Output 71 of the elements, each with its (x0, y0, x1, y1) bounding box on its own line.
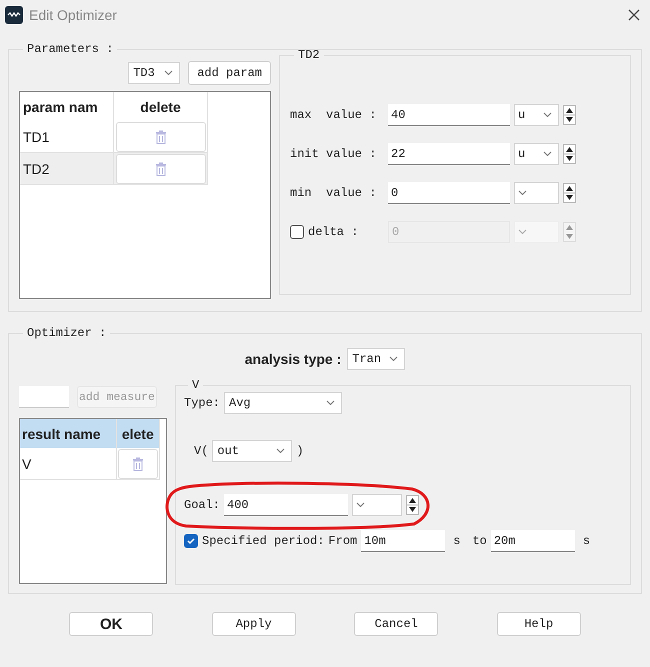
to-label: to (472, 534, 487, 548)
param-name: TD2 (23, 160, 50, 176)
value-field[interactable]: 22 (388, 143, 510, 165)
analysis-type-dropdown[interactable]: Tran (347, 348, 406, 370)
type-dropdown[interactable]: Avg (224, 392, 342, 414)
chevron-icon (326, 400, 336, 406)
spin-buttons[interactable] (563, 105, 576, 125)
chevron-icon (518, 229, 527, 235)
expression-suffix: ) (296, 444, 304, 458)
value-field[interactable]: 40 (388, 104, 510, 126)
group-title: Optimizer : (26, 326, 108, 340)
table-row[interactable]: V (20, 448, 160, 480)
analysis-type-label: analysis type : (244, 351, 342, 367)
chevron-icon (518, 190, 527, 196)
dialog-button[interactable]: OK (69, 612, 154, 636)
expression-prefix: V( (194, 444, 208, 458)
add-param-button[interactable]: add param (188, 61, 271, 85)
unit-label: s (453, 534, 460, 548)
from-label: From (328, 534, 358, 548)
table-row[interactable]: TD1 (20, 121, 208, 153)
group-title: V (191, 378, 200, 392)
chevron-icon (164, 70, 174, 76)
delete-button[interactable] (116, 122, 206, 152)
chevron-icon (543, 151, 552, 157)
from-field[interactable]: 10m (361, 530, 446, 552)
chevron-icon (276, 448, 286, 454)
chevron-icon (543, 112, 552, 118)
to-field[interactable]: 20m (490, 530, 575, 552)
period-checkbox[interactable] (184, 534, 198, 548)
column-header: result name (20, 419, 117, 448)
value-field[interactable]: 0 (388, 182, 510, 204)
chevron-icon (356, 502, 366, 508)
group-title: TD2 (297, 48, 321, 62)
check-icon (186, 536, 196, 546)
unit-dropdown[interactable]: u (514, 104, 559, 126)
spin-buttons[interactable] (563, 183, 576, 203)
trash-icon (154, 162, 166, 176)
window-title: Edit Optimizer (29, 7, 118, 23)
trash-icon (154, 130, 166, 144)
group-title: Parameters : (26, 42, 114, 56)
delete-button[interactable] (116, 154, 206, 184)
column-header: delete (114, 92, 208, 121)
dialog-button[interactable]: Help (496, 612, 581, 636)
close-icon[interactable] (628, 9, 640, 21)
param-name: TD1 (23, 128, 50, 144)
trash-icon (132, 456, 144, 470)
result-name: V (22, 456, 32, 472)
table-row[interactable]: TD2 (20, 153, 208, 185)
delta-checkbox[interactable] (290, 225, 304, 239)
unit-dropdown[interactable]: u (514, 143, 559, 165)
type-label: Type: (184, 396, 220, 410)
dialog-button[interactable]: Cancel (354, 612, 438, 636)
field-label: max value : (290, 108, 378, 122)
field-label: min value : (290, 186, 378, 200)
unit-label: s (582, 534, 590, 548)
delta-label: delta : (308, 225, 360, 239)
goal-label: Goal: (184, 498, 220, 512)
chevron-icon (389, 356, 398, 362)
app-icon (5, 6, 23, 24)
measure-name-field[interactable] (19, 386, 69, 408)
dialog-button[interactable]: Apply (212, 612, 296, 636)
column-header: elete (116, 419, 160, 448)
spin-buttons[interactable] (563, 144, 576, 164)
field-label: init value : (290, 147, 378, 161)
period-label: Specified period: (202, 534, 324, 548)
goal-field[interactable]: 400 (224, 494, 348, 516)
column-header: param nam (20, 92, 114, 121)
spin-buttons[interactable] (406, 495, 420, 515)
node-dropdown[interactable]: out (212, 440, 292, 462)
delete-button[interactable] (118, 448, 158, 478)
param-dropdown[interactable]: TD3 (128, 62, 180, 84)
